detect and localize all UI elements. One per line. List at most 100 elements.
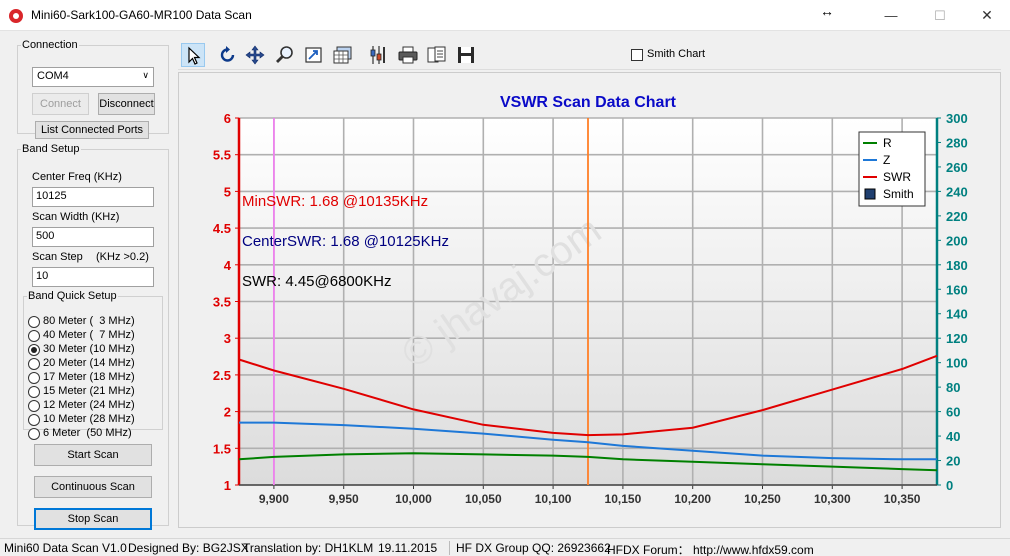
left-tick-label: 6 xyxy=(224,111,231,126)
chart-annotation: MinSWR: 1.68 @10135KHz xyxy=(242,193,428,210)
pointer-tool-button[interactable] xyxy=(181,43,205,67)
stop-scan-button[interactable]: Stop Scan xyxy=(34,508,152,530)
pointer-icon xyxy=(188,46,201,65)
right-tick-label: 280 xyxy=(946,135,968,150)
right-tick-label: 60 xyxy=(946,405,960,420)
x-tick-label: 10,000 xyxy=(395,492,432,506)
left-tick-label: 5 xyxy=(224,184,231,199)
scan-width-label: Scan Width (KHz) xyxy=(32,211,120,223)
app-icon xyxy=(9,9,23,23)
band-radio-button[interactable] xyxy=(28,428,40,440)
right-tick-label: 180 xyxy=(946,258,968,273)
band-radio-label: 10 Meter (28 MHz) xyxy=(43,413,135,425)
legend-label: R xyxy=(883,136,892,150)
zoom-icon xyxy=(276,46,293,63)
band-radio-button[interactable] xyxy=(28,316,40,328)
right-tick-label: 140 xyxy=(946,307,968,322)
right-tick-label: 240 xyxy=(946,184,968,199)
status-bar: Mini60 Data Scan V1.0 Designed By: BG2JS… xyxy=(0,538,1010,556)
band-radio-label: 6 Meter (50 MHz) xyxy=(43,427,132,439)
scan-step-input[interactable]: 10 xyxy=(32,267,154,287)
band-radio-label: 17 Meter (18 MHz) xyxy=(43,371,135,383)
start-scan-button[interactable]: Start Scan xyxy=(34,444,152,466)
right-tick-label: 300 xyxy=(946,111,968,126)
band-radio-button[interactable] xyxy=(28,414,40,426)
status-designer: Designed By: BG2JSX xyxy=(128,541,249,555)
smith-chart-checkbox-box[interactable] xyxy=(631,49,643,61)
continuous-scan-button[interactable]: Continuous Scan xyxy=(34,476,152,498)
band-setup-group: Band Setup Center Freq (KHz) 10125 Scan … xyxy=(17,143,169,530)
connection-legend: Connection xyxy=(22,39,78,51)
status-translation: Translation by: DH1KLM xyxy=(243,541,374,555)
x-tick-label: 10,050 xyxy=(465,492,502,506)
right-tick-label: 20 xyxy=(946,454,960,469)
right-tick-label: 120 xyxy=(946,331,968,346)
band-radio-label: 15 Meter (21 MHz) xyxy=(43,385,135,397)
save-icon xyxy=(458,47,474,63)
close-button[interactable]: ✕ xyxy=(964,0,1010,31)
x-tick-label: 9,900 xyxy=(259,492,289,506)
list-ports-button[interactable]: List Connected Ports xyxy=(35,121,149,139)
scan-width-input[interactable]: 500 xyxy=(32,227,154,247)
maximize-button[interactable]: ☐ xyxy=(917,0,963,31)
rotate-icon xyxy=(220,46,235,62)
x-tick-label: 10,200 xyxy=(674,492,711,506)
export-icon xyxy=(305,47,322,63)
port-select[interactable]: COM4 ∨ xyxy=(32,67,154,87)
band-radio-label: 20 Meter (14 MHz) xyxy=(43,357,135,369)
title-bar: Mini60-Sark100-GA60-MR100 Data Scan ↔ — … xyxy=(0,0,1010,31)
band-radio-button[interactable] xyxy=(28,372,40,384)
center-freq-input[interactable]: 10125 xyxy=(32,187,154,207)
left-tick-label: 4 xyxy=(224,258,232,273)
rotate-tool-button[interactable] xyxy=(216,43,240,67)
chevron-down-icon: ∨ xyxy=(142,70,149,80)
chart-annotation: SWR: 4.45@6800KHz xyxy=(242,273,391,290)
center-freq-label: Center Freq (KHz) xyxy=(32,171,122,183)
left-tick-label: 2 xyxy=(224,405,231,420)
scan-step-hint: (KHz >0.2) xyxy=(96,251,149,263)
legend-label: SWR xyxy=(883,170,911,184)
connect-button[interactable]: Connect xyxy=(32,93,89,115)
settings-tool-button[interactable] xyxy=(367,43,391,67)
export-tool-button[interactable] xyxy=(302,43,326,67)
band-quick-setup-legend: Band Quick Setup xyxy=(28,290,117,302)
left-tick-label: 5.5 xyxy=(213,148,231,163)
x-tick-label: 10,300 xyxy=(814,492,851,506)
right-tick-label: 0 xyxy=(946,478,953,493)
right-tick-label: 220 xyxy=(946,209,968,224)
band-radio-button[interactable] xyxy=(28,358,40,370)
settings-icon xyxy=(370,46,385,64)
left-tick-label: 3.5 xyxy=(213,295,231,310)
band-radio-label: 12 Meter (24 MHz) xyxy=(43,399,135,411)
copy-icon xyxy=(427,46,446,63)
legend-label: Z xyxy=(883,153,890,167)
legend-label: Smith xyxy=(883,187,914,201)
status-date: 19.11.2015 xyxy=(378,541,438,555)
scan-step-label: Scan Step xyxy=(32,251,83,263)
save-tool-button[interactable] xyxy=(454,43,478,67)
x-tick-label: 10,250 xyxy=(744,492,781,506)
band-radio-button[interactable] xyxy=(28,330,40,342)
right-tick-label: 100 xyxy=(946,356,968,371)
move-tool-button[interactable] xyxy=(243,43,267,67)
print-tool-button[interactable] xyxy=(396,43,420,67)
left-tick-label: 1 xyxy=(224,478,231,493)
copy-tool-button[interactable] xyxy=(425,43,449,67)
right-tick-label: 160 xyxy=(946,282,968,297)
band-radio-label: 30 Meter (10 MHz) xyxy=(43,343,135,355)
zoom-tool-button[interactable] xyxy=(273,43,297,67)
vswr-chart[interactable]: VSWR Scan Data Chart 9,900 9,950 10,000 10,0… xyxy=(179,73,1000,527)
chart-annotation: CenterSWR: 1.68 @10125KHz xyxy=(242,233,449,250)
grid-tool-button[interactable] xyxy=(331,43,355,67)
x-tick-label: 10,150 xyxy=(605,492,642,506)
chart-panel[interactable]: VSWR Scan Data Chart 9,900 9,950 10,000 10,0… xyxy=(178,72,1001,528)
band-radio-label: 80 Meter ( 3 MHz) xyxy=(43,315,135,327)
band-radio-button[interactable] xyxy=(28,400,40,412)
status-group: HF DX Group QQ: 26923662 xyxy=(456,541,611,555)
minimize-button[interactable]: — xyxy=(868,0,914,31)
smith-chart-label: Smith Chart xyxy=(647,48,706,60)
right-tick-label: 80 xyxy=(946,380,960,395)
band-radio-button[interactable] xyxy=(28,386,40,398)
disconnect-button[interactable]: Disconnect xyxy=(98,93,155,115)
band-radio-button[interactable] xyxy=(28,344,40,356)
